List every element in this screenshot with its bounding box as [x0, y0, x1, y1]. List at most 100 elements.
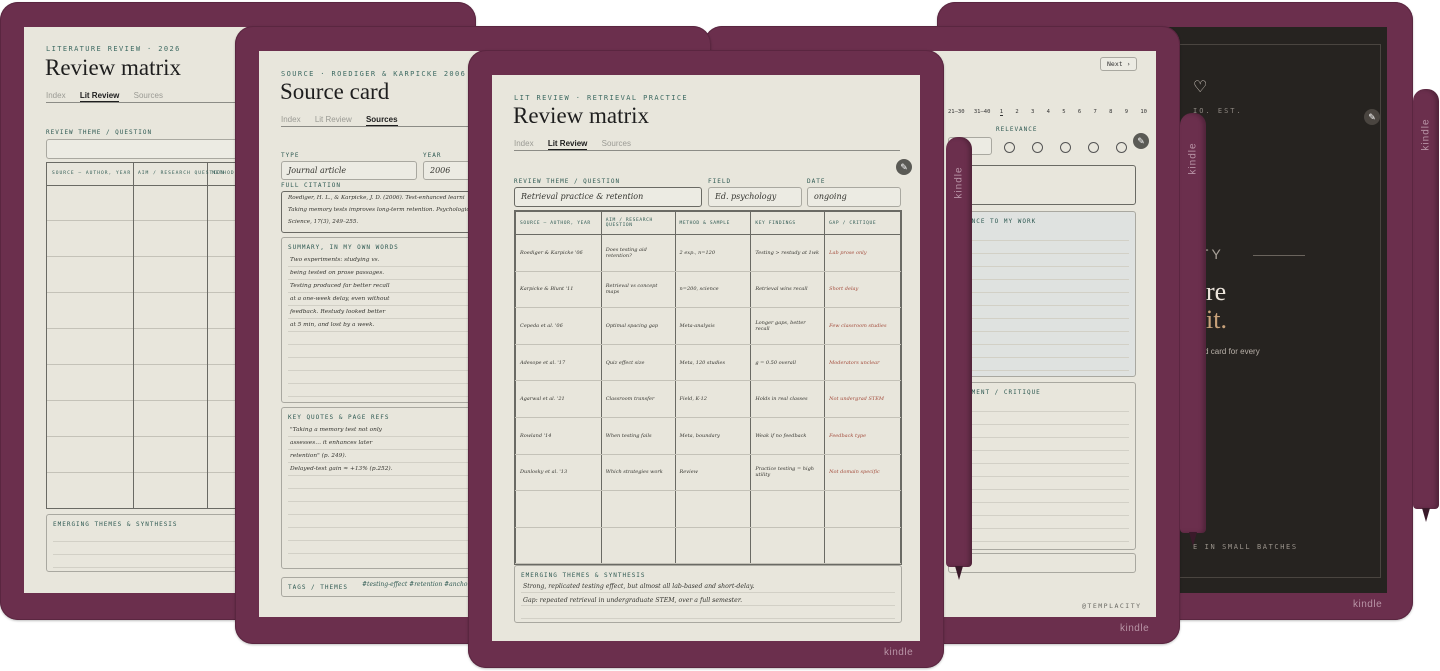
field-field[interactable]: Ed. psychology [708, 187, 802, 207]
matrix-cell[interactable]: Agarwal et al. '21 [515, 380, 602, 418]
table-row[interactable]: Adesope et al. '17 Quiz effect size Meta, … [515, 344, 901, 382]
matrix-cell[interactable] [515, 490, 602, 528]
synthesis-box[interactable]: EMERGING THEMES & SYNTHESIS Strong, repl… [514, 565, 902, 623]
circle-outline-icon[interactable] [1116, 142, 1127, 153]
table-row[interactable] [515, 527, 901, 565]
assessment-label: SMENT / CRITIQUE [967, 389, 1041, 396]
pen-nib-icon[interactable]: ✎ [1133, 133, 1149, 149]
matrix-cell[interactable]: Testing > restudy at 1wk [750, 234, 826, 272]
matrix-cell[interactable]: Not domain specific [824, 454, 901, 492]
matrix-cell[interactable]: Roediger & Karpicke '06 [515, 234, 602, 272]
matrix-cell[interactable]: Meta, 120 studies [674, 344, 752, 382]
table-row[interactable]: Roediger & Karpicke '06 Does testing aid … [515, 234, 901, 272]
page-num[interactable]: 7 [1094, 109, 1097, 115]
matrix-cell[interactable]: Practice testing = high utility [750, 454, 826, 492]
matrix-cell[interactable]: n=200, science [674, 271, 752, 309]
matrix-cell[interactable]: Not undergrad STEM [824, 380, 901, 418]
circle-outline-icon[interactable] [1088, 142, 1099, 153]
page-num[interactable]: 31–40 [974, 109, 991, 115]
matrix-cell[interactable]: Does testing aid retention? [600, 234, 676, 272]
kindle-pen-right[interactable]: kindle [1413, 89, 1439, 509]
matrix-cell[interactable]: Few classroom studies [824, 307, 901, 345]
matrix-cell[interactable]: Meta, boundary [674, 417, 752, 455]
assessment-box[interactable]: SMENT / CRITIQUE [948, 382, 1136, 550]
matrix-cell[interactable]: Optimal spacing gap [600, 307, 676, 345]
matrix-cell[interactable]: 2 exp., n=120 [674, 234, 752, 272]
matrix-cell[interactable] [600, 490, 676, 528]
matrix-cell[interactable] [824, 490, 901, 528]
pen-nib-icon[interactable]: ✎ [896, 159, 912, 175]
matrix-cell[interactable]: Review [674, 454, 752, 492]
matrix-cell[interactable]: Short delay [824, 271, 901, 309]
tab-lit-review[interactable]: Lit Review [547, 139, 588, 150]
tab-index[interactable]: Index [281, 115, 301, 124]
kindle-pen-center[interactable]: kindle [946, 137, 972, 567]
page-num[interactable]: 3 [1031, 109, 1034, 115]
matrix-cell[interactable]: When testing fails [600, 417, 676, 455]
type-field[interactable]: Journal article [281, 161, 417, 180]
tab-lit-review[interactable]: Lit Review [79, 91, 120, 102]
table-row[interactable]: Agarwal et al. '21 Classroom transfer Fiel… [515, 380, 901, 418]
matrix-cell[interactable]: Retrieval vs concept maps [600, 271, 676, 309]
matrix-cell[interactable] [600, 527, 676, 565]
matrix-cell[interactable]: Moderators unclear [824, 344, 901, 382]
page-num-current[interactable]: 1 [999, 109, 1004, 116]
matrix-cell[interactable]: Meta-analysis [674, 307, 752, 345]
page-num[interactable]: 8 [1109, 109, 1112, 115]
matrix-cell[interactable] [824, 527, 901, 565]
page-num[interactable]: 9 [1125, 109, 1128, 115]
matrix-cell[interactable]: Retrieval wins recall [750, 271, 826, 309]
matrix-cell[interactable]: Cepeda et al. '06 [515, 307, 602, 345]
table-row[interactable]: Dunlosky et al. '13 Which strategies work… [515, 454, 901, 492]
relevance-rating[interactable] [1004, 140, 1144, 158]
matrix-cell[interactable] [515, 527, 602, 565]
matrix-cell[interactable]: Which strategies work [600, 454, 676, 492]
matrix-cell[interactable]: Feedback type [824, 417, 901, 455]
matrix-cell[interactable]: Adesope et al. '17 [515, 344, 602, 382]
page-num[interactable]: 2 [1015, 109, 1018, 115]
matrix-cell[interactable]: Weak if no feedback [750, 417, 826, 455]
page-num[interactable]: 6 [1078, 109, 1081, 115]
relevance-to-my-work-box[interactable]: ANCE TO MY WORK [948, 211, 1136, 377]
tab-index[interactable]: Index [46, 91, 66, 100]
right-middle-bottom-field[interactable] [948, 553, 1136, 573]
table-row[interactable] [515, 490, 901, 528]
matrix-cell[interactable]: Karpicke & Blunt '11 [515, 271, 602, 309]
tab-index[interactable]: Index [514, 139, 534, 148]
matrix-cell[interactable]: Holds in real classes [750, 380, 826, 418]
matrix-cell[interactable]: Lab prose only [824, 234, 901, 272]
matrix-cell[interactable] [674, 527, 752, 565]
pen-nib-icon[interactable]: ✎ [1364, 109, 1380, 125]
circle-outline-icon[interactable] [1032, 142, 1043, 153]
matrix-cell[interactable] [750, 527, 826, 565]
page-num[interactable]: 10 [1140, 109, 1147, 115]
matrix-cell[interactable]: Longer gaps, better recall [750, 307, 826, 345]
table-row[interactable]: Rowland '14 When testing fails Meta, bound… [515, 417, 901, 455]
tab-lit-review[interactable]: Lit Review [315, 115, 352, 124]
page-num[interactable]: 5 [1062, 109, 1065, 115]
tab-sources[interactable]: Sources [365, 115, 398, 126]
matrix-cell[interactable]: Dunlosky et al. '13 [515, 454, 602, 492]
theme-field[interactable]: Retrieval practice & retention [514, 187, 702, 207]
matrix-cell[interactable]: Field, K-12 [674, 380, 752, 418]
date-field[interactable]: ongoing [807, 187, 901, 207]
right-middle-wide-field[interactable] [948, 165, 1136, 205]
page-num[interactable]: 4 [1047, 109, 1050, 115]
tab-sources[interactable]: Sources [134, 91, 163, 100]
matrix-cell[interactable]: g = 0.50 overall [750, 344, 826, 382]
table-row[interactable]: Cepeda et al. '06 Optimal spacing gap Meta… [515, 307, 901, 345]
center-eyebrow: LIT REVIEW · RETRIEVAL PRACTICE [514, 94, 689, 102]
kindle-pen-middle[interactable]: kindle [1180, 113, 1206, 533]
matrix-cell[interactable] [674, 490, 752, 528]
tab-sources[interactable]: Sources [602, 139, 631, 148]
table-row[interactable]: Karpicke & Blunt '11 Retrieval vs concept… [515, 271, 901, 309]
page-num[interactable]: 21–30 [948, 109, 965, 115]
matrix-cell[interactable]: Classroom transfer [600, 380, 676, 418]
circle-outline-icon[interactable] [1004, 142, 1015, 153]
quote-line: retention" (p. 249). [290, 453, 347, 459]
matrix-cell[interactable] [750, 490, 826, 528]
circle-outline-icon[interactable] [1060, 142, 1071, 153]
matrix-cell[interactable]: Rowland '14 [515, 417, 602, 455]
next-button[interactable]: Next › [1100, 57, 1138, 71]
matrix-cell[interactable]: Quiz effect size [600, 344, 676, 382]
